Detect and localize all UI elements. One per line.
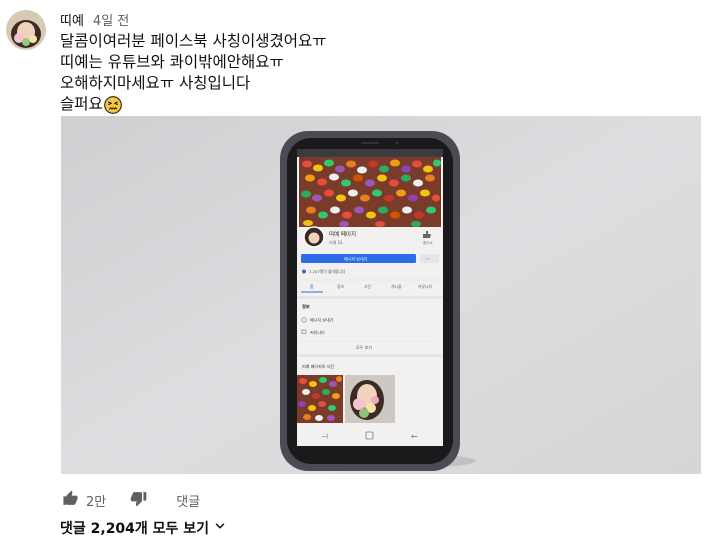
confounded-face-icon [103,95,122,114]
comment-line: 띠예는 유튜브와 콰이밖에안해요ㅠ [60,53,284,71]
fb-info-item: 커뮤니티 [310,329,325,335]
fb-followers: 3,247명이 좋아합니다 [309,269,346,274]
fb-tab: 홈 [310,284,314,289]
comment-line-last: 슬퍼요 [60,94,327,115]
avatar[interactable] [6,10,46,50]
comment-text: 달콤이여러분 페이스북 사칭이생겼어요ㅠ 띠예는 유튜브와 콰이밖에안해요ㅠ 오… [60,31,327,115]
svg-text:⊣: ⊣ [321,432,328,441]
svg-text:좋아요: 좋아요 [423,240,433,245]
fb-page-name: 띠예 페이지 [329,230,356,238]
comment-actions: 2만 댓글 [60,488,200,512]
author-name[interactable]: 띠예 [60,10,84,29]
chevron-down-icon [213,519,227,537]
fb-info-item: 메시지 보내기 [310,317,334,323]
fb-page-sub: 띠예 DL [329,239,344,245]
fb-tab: 사진 [364,284,371,289]
comment-line-text: 슬퍼요 [60,95,103,113]
thumbs-up-icon [62,490,79,511]
dislike-button[interactable] [128,490,148,510]
comment-attached-photo[interactable]: 띠예 페이지 띠예 DL 좋아요 메시지 보내기 ··· 3,247명이 좋아합… [61,116,701,474]
reply-button[interactable]: 댓글 [176,491,200,510]
svg-text:←: ← [411,432,418,441]
fb-section-info: 정보 [302,303,310,310]
like-count: 2만 [86,494,107,510]
view-replies-label: 댓글 2,204개 모두 보기 [60,521,210,537]
like-button[interactable] [60,490,80,510]
fb-message-button: 메시지 보내기 [344,256,368,262]
thumbs-down-icon [130,490,147,511]
fb-tab: 게시물 [391,284,402,289]
comment-line: 달콤이여러분 페이스북 사칭이생겼어요ㅠ [60,32,327,50]
comment-header: 띠예 4일 전 [60,10,129,29]
view-replies-button[interactable]: 댓글 2,204개 모두 보기 [60,518,227,538]
fb-see-all: 모두 보기 [356,344,372,350]
fb-photos-title: 띠예 페이지의 사진 [302,363,334,369]
fb-tab: 정보 [337,284,344,289]
comment-line: 오해하지마세요ㅠ 사칭입니다 [60,74,251,92]
svg-text:···: ··· [425,257,430,263]
comment-time[interactable]: 4일 전 [93,10,129,29]
fb-tab: 커뮤니티 [418,284,432,289]
